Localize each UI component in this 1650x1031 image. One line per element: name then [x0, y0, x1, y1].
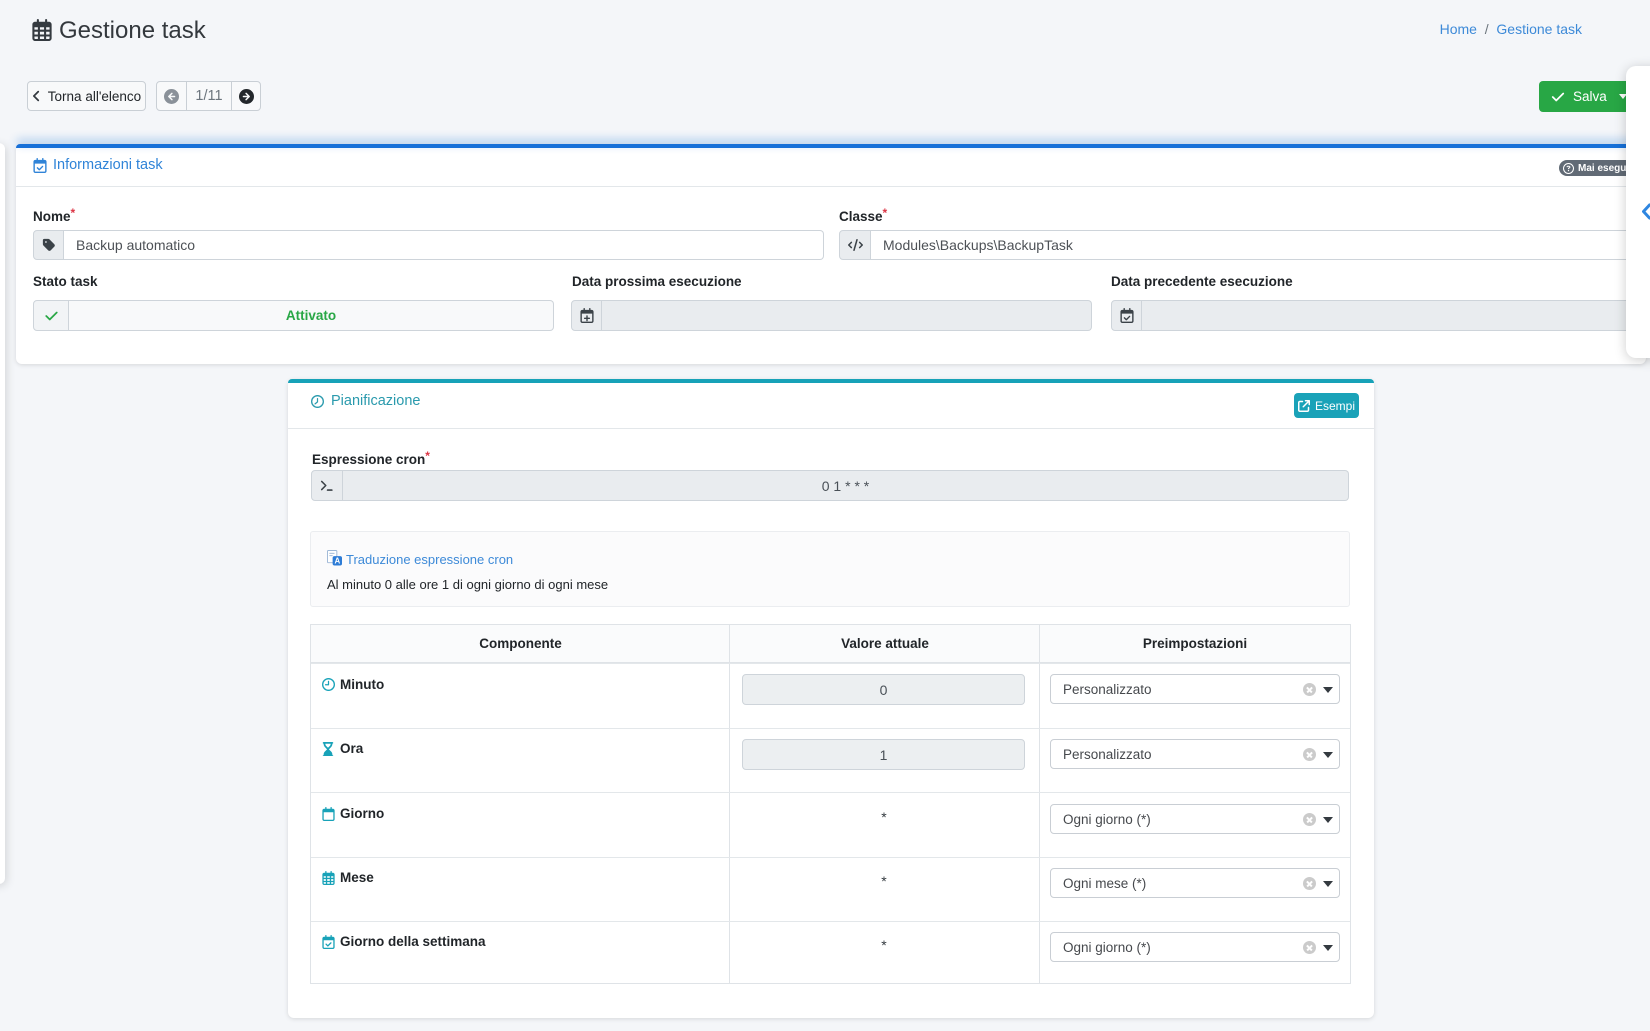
svg-text:A: A: [334, 557, 340, 566]
